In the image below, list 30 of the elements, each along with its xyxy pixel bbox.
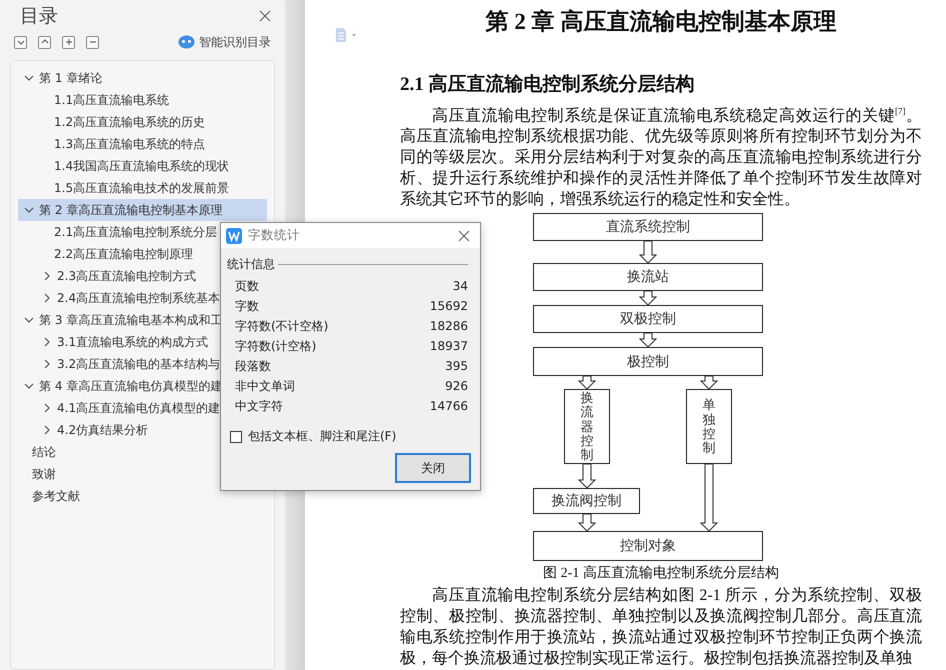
stat-label: 字数 <box>235 298 259 314</box>
diagram-node: 换流阀控制 <box>533 488 640 514</box>
figure-caption: 图 2-1 高压直流输电控制系统分层结构 <box>543 564 779 582</box>
dialog-title: 字数统计 <box>248 227 301 244</box>
group-label: 统计信息 <box>227 256 275 272</box>
body-paragraph: 高压直流输电控制系统分层结构如图 2-1 所示，分为系统控制、双极控制、极控制、换流器控制、单独控制以及换流阀控制几部分。高压直流输电系统控制作用于换流站，换流站通过双极控制环节控制正负两个换流极，每个换流极通过极控制实现正常运行。极控制包括换流器控制及单独 <box>400 586 922 669</box>
diagram-node: 换流站 <box>533 263 763 292</box>
diagram-node: 直流系统控制 <box>533 213 763 242</box>
body-paragraph: 高压直流输电控制系统是保证直流输电系统稳定高效运行的关键$^{[7]}$。高压直流输电控制系统根据功能、优先级等原则将所有控制环节划分为不同的等级层次。采用分层结构利于对复杂的高压直流输电控制系统进行分析、提升运行系统维护和操作的灵活性并降低了单个控制环节发生故障对系统其它环节的影响，增强系统运行的稳定性和安全性。 <box>400 105 922 210</box>
diagram-node: 控制对象 <box>533 531 763 562</box>
stat-label: 中文字符 <box>235 398 283 414</box>
stat-value: 926 <box>445 379 468 393</box>
stat-value: 14766 <box>430 399 468 413</box>
stat-label: 字符数(计空格) <box>235 338 316 354</box>
stat-label: 页数 <box>235 278 259 294</box>
diagram-node: 换流器控制 <box>564 389 610 464</box>
stat-value: 34 <box>452 279 468 293</box>
stat-value: 18937 <box>430 339 468 353</box>
diagram-node: 单独控制 <box>686 389 732 464</box>
stat-label: 字符数(不计空格) <box>235 318 328 334</box>
stat-value: 395 <box>445 359 468 373</box>
chapter-heading: 第 2 章 高压直流输电控制基本原理 <box>484 8 838 36</box>
stat-label: 非中文单词 <box>235 378 295 394</box>
diagram-node: 双极控制 <box>533 305 763 334</box>
diagram-node: 极控制 <box>533 347 763 376</box>
section-heading: 2.1 高压直流输电控制系统分层结构 <box>400 72 696 97</box>
stat-value: 15692 <box>430 299 468 313</box>
stat-label: 段落数 <box>235 358 271 374</box>
stat-value: 18286 <box>430 319 468 333</box>
panel-title: 目录 <box>20 4 58 29</box>
